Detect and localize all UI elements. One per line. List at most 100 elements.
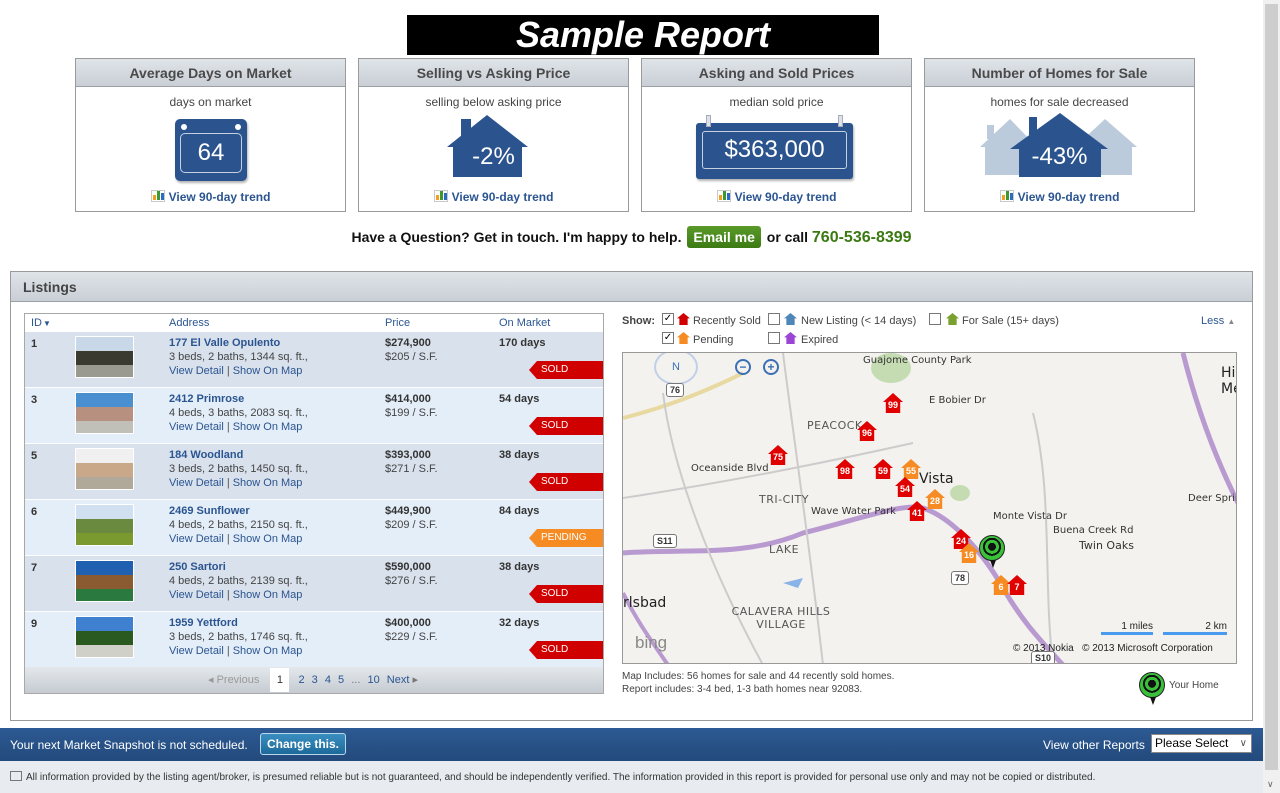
filter-recently-sold-checkbox[interactable]: ✓ [662, 313, 674, 325]
price-sign-icon: $363,000 [696, 115, 853, 179]
view-detail-link[interactable]: View Detail [169, 645, 224, 657]
listings-title: Listings [11, 272, 1252, 302]
view-trend-link[interactable]: View 90-day trend [925, 190, 1194, 204]
view-detail-link[interactable]: View Detail [169, 365, 224, 377]
scroll-down-icon[interactable]: ∨ [1267, 779, 1274, 790]
view-detail-link[interactable]: View Detail [169, 533, 224, 545]
view-detail-link[interactable]: View Detail [169, 421, 224, 433]
stat-card-title: Average Days on Market [76, 59, 345, 87]
page-3[interactable]: 3 [312, 674, 318, 686]
listing-price-per-sqft: $276 / S.F. [385, 575, 438, 587]
houses-graphic: -43% [925, 113, 1194, 185]
listings-map[interactable]: N − + 76 S11 78 S10 Guajome County Park … [622, 352, 1237, 664]
next-page-button[interactable]: Next ▸ [387, 674, 418, 686]
show-on-map-link[interactable]: Show On Map [233, 589, 303, 601]
zoom-in-button[interactable]: + [763, 359, 779, 375]
listing-specs: 3 beds, 2 baths, 1450 sq. ft., [169, 463, 308, 475]
listing-photo[interactable] [75, 448, 134, 490]
median-sold-price-value: $363,000 [702, 131, 847, 169]
new-listing-house-icon [784, 313, 797, 325]
listing-id: 5 [31, 450, 38, 462]
calendar-graphic: 64 [76, 119, 345, 185]
listing-specs: 4 beds, 3 baths, 2083 sq. ft., [169, 407, 308, 419]
filter-for-sale-checkbox[interactable] [929, 313, 941, 325]
previous-page-button[interactable]: ◂ Previous [208, 674, 259, 686]
listing-specs: 3 beds, 2 baths, 1344 sq. ft., [169, 351, 308, 363]
expired-house-icon [784, 332, 797, 344]
listings-panel: Listings ID▼ Address Price On Market 1 17… [10, 271, 1253, 721]
footer-bar: Your next Market Snapshot is not schedul… [0, 728, 1263, 761]
view-trend-link[interactable]: View 90-day trend [76, 190, 345, 204]
bar-chart-icon [150, 190, 165, 202]
stat-card-subtitle: homes for sale decreased [990, 95, 1129, 109]
listing-address-link[interactable]: 2412 Primrose [169, 393, 244, 405]
page-5[interactable]: 5 [338, 674, 344, 686]
listing-address-link[interactable]: 1959 Yettford [169, 617, 238, 629]
filter-pending-checkbox[interactable]: ✓ [662, 332, 674, 344]
phone-number[interactable]: 760-536-8399 [812, 229, 912, 246]
listing-photo[interactable] [75, 392, 134, 434]
equal-housing-icon [10, 771, 22, 781]
col-address[interactable]: Address [169, 317, 209, 329]
road-label: Buena Creek Rd [1053, 525, 1134, 536]
place-label: Guajome County Park [863, 355, 972, 366]
listing-specs: 4 beds, 2 baths, 2150 sq. ft., [169, 519, 308, 531]
bar-chart-icon [716, 190, 731, 202]
listing-price: $449,900 [385, 505, 431, 517]
listing-photo[interactable] [75, 336, 134, 378]
status-badge: SOLD [529, 417, 603, 435]
map-note-line2: Report includes: 3-4 bed, 1-3 bath homes… [622, 684, 863, 695]
page-2[interactable]: 2 [298, 674, 304, 686]
page-10[interactable]: 10 [367, 674, 379, 686]
listing-address-link[interactable]: 177 El Valle Opulento [169, 337, 280, 349]
listing-photo[interactable] [75, 560, 134, 602]
show-on-map-link[interactable]: Show On Map [233, 645, 303, 657]
listing-address-link[interactable]: 250 Sartori [169, 561, 226, 573]
show-label: Show: [622, 315, 655, 327]
route-shield: S11 [653, 534, 677, 548]
road-label: Monte Vista Dr [993, 511, 1067, 522]
stat-card-subtitle: selling below asking price [425, 95, 562, 109]
place-label: CALAVERA HILLS VILLAGE [731, 605, 831, 631]
status-badge: SOLD [529, 585, 603, 603]
chevron-down-icon: ∨ [1239, 738, 1247, 749]
listing-price-per-sqft: $199 / S.F. [385, 407, 438, 419]
view-trend-link[interactable]: View 90-day trend [642, 190, 911, 204]
zoom-out-button[interactable]: − [735, 359, 751, 375]
other-reports-select[interactable]: Please Select ∨ [1151, 734, 1252, 753]
less-toggle-link[interactable]: Less ▲ [1201, 315, 1235, 327]
view-detail-link[interactable]: View Detail [169, 477, 224, 489]
col-price[interactable]: Price [385, 317, 410, 329]
view-trend-link[interactable]: View 90-day trend [359, 190, 628, 204]
status-badge: SOLD [529, 641, 603, 659]
show-on-map-link[interactable]: Show On Map [233, 365, 303, 377]
view-detail-link[interactable]: View Detail [169, 589, 224, 601]
scrollbar-thumb[interactable] [1265, 4, 1278, 770]
show-on-map-link[interactable]: Show On Map [233, 477, 303, 489]
col-on-market[interactable]: On Market [499, 317, 550, 329]
filter-new-listing-checkbox[interactable] [768, 313, 780, 325]
page-4[interactable]: 4 [325, 674, 331, 686]
filter-expired-checkbox[interactable] [768, 332, 780, 344]
listing-address-link[interactable]: 2469 Sunflower [169, 505, 250, 517]
show-on-map-link[interactable]: Show On Map [233, 421, 303, 433]
stat-card-homes-for-sale: Number of Homes for Sale homes for sale … [924, 58, 1195, 212]
stat-card-subtitle: median sold price [729, 95, 824, 109]
place-label: PEACOCK [807, 419, 863, 432]
listing-address-link[interactable]: 184 Woodland [169, 449, 243, 461]
contact-line: Have a Question? Get in touch. I'm happy… [0, 226, 1263, 249]
col-id-sort[interactable]: ID▼ [31, 317, 51, 329]
vertical-scrollbar[interactable]: ∨ [1263, 0, 1280, 793]
your-home-map-pin[interactable] [979, 535, 1005, 568]
stat-card-days-on-market: Average Days on Market days on market 64… [75, 58, 346, 212]
stat-card-title: Selling vs Asking Price [359, 59, 628, 87]
stat-card-subtitle: days on market [169, 95, 252, 109]
listing-photo[interactable] [75, 616, 134, 658]
listing-photo[interactable] [75, 504, 134, 546]
email-me-button[interactable]: Email me [687, 226, 761, 248]
show-on-map-link[interactable]: Show On Map [233, 533, 303, 545]
map-copyright: © 2013 Nokia © 2013 Microsoft Corporatio… [1013, 643, 1213, 654]
change-schedule-button[interactable]: Change this. [260, 733, 347, 755]
table-row: 1 177 El Valle Opulento 3 beds, 2 baths, 1… [25, 332, 603, 388]
listing-price-per-sqft: $271 / S.F. [385, 463, 438, 475]
